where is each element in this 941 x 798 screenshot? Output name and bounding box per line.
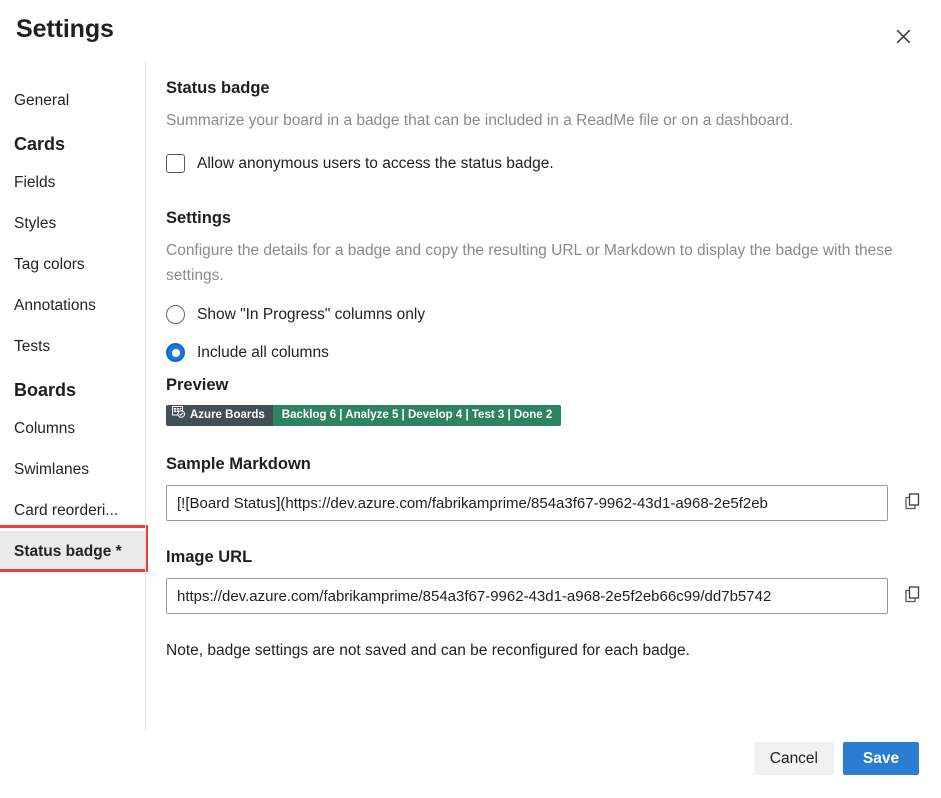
sample-markdown-input[interactable]: [166, 485, 888, 521]
sample-markdown-label: Sample Markdown: [166, 455, 928, 474]
radio-include-all-columns-indicator[interactable]: [166, 343, 185, 362]
sample-markdown-row: [166, 485, 928, 521]
status-badge-preview: Azure Boards Backlog 6 | Analyze 5 | Dev…: [166, 405, 561, 426]
dialog-footer: Cancel Save: [0, 730, 941, 798]
badge-settings-heading: Settings: [166, 209, 908, 228]
allow-anonymous-checkbox[interactable]: [166, 154, 185, 173]
copy-image-url-button[interactable]: [898, 581, 928, 611]
badge-right-label: Backlog 6 | Analyze 5 | Develop 4 | Test…: [273, 405, 561, 426]
radio-in-progress-only-label: Show "In Progress" columns only: [197, 306, 425, 324]
sidebar-item-status-badge[interactable]: Status badge *: [0, 531, 145, 572]
sidebar-item-card-reorderi[interactable]: Card reorderi...: [0, 490, 145, 531]
page-title: Settings: [16, 15, 114, 44]
dialog-header: Settings: [0, 0, 941, 62]
save-button[interactable]: Save: [843, 742, 919, 775]
allow-anonymous-label: Allow anonymous users to access the stat…: [197, 155, 554, 173]
radio-include-all-columns[interactable]: Include all columns: [166, 338, 908, 367]
copy-icon: [905, 493, 922, 513]
sidebar-group-boards: Boards: [0, 367, 145, 408]
badge-left-segment: Azure Boards: [166, 405, 273, 426]
sidebar-item-columns[interactable]: Columns: [0, 408, 145, 449]
settings-dialog: Settings GeneralCardsFieldsStylesTag col…: [0, 0, 941, 798]
image-url-section: Image URL: [166, 548, 928, 614]
sidebar-item-tests[interactable]: Tests: [0, 326, 145, 367]
allow-anonymous-checkbox-row[interactable]: Allow anonymous users to access the stat…: [166, 154, 793, 173]
sidebar-item-general[interactable]: General: [0, 80, 145, 121]
settings-sidebar: GeneralCardsFieldsStylesTag colorsAnnota…: [0, 62, 145, 730]
sidebar-item-annotations[interactable]: Annotations: [0, 285, 145, 326]
column-scope-radio-group: Show "In Progress" columns only Include …: [166, 300, 908, 367]
sidebar-item-swimlanes[interactable]: Swimlanes: [0, 449, 145, 490]
status-badge-description: Summarize your board in a badge that can…: [166, 108, 793, 133]
sidebar-item-styles[interactable]: Styles: [0, 203, 145, 244]
preview-section: Preview: [166, 376, 561, 426]
image-url-input[interactable]: [166, 578, 888, 614]
copy-icon: [905, 586, 922, 606]
sidebar-group-cards: Cards: [0, 121, 145, 162]
close-icon: [896, 29, 911, 44]
badge-settings-description: Configure the details for a badge and co…: [166, 238, 908, 288]
badge-note: Note, badge settings are not saved and c…: [166, 642, 690, 660]
sidebar-item-tag-colors[interactable]: Tag colors: [0, 244, 145, 285]
copy-sample-markdown-button[interactable]: [898, 488, 928, 518]
image-url-row: [166, 578, 928, 614]
badge-left-label: Azure Boards: [190, 405, 265, 426]
cancel-button[interactable]: Cancel: [754, 742, 834, 775]
status-badge-heading: Status badge: [166, 79, 793, 98]
badge-settings-section: Settings Configure the details for a bad…: [166, 209, 908, 367]
status-badge-section: Status badge Summarize your board in a b…: [166, 79, 793, 173]
radio-include-all-columns-label: Include all columns: [197, 344, 329, 362]
image-url-label: Image URL: [166, 548, 928, 567]
close-button[interactable]: [887, 20, 919, 52]
radio-in-progress-only[interactable]: Show "In Progress" columns only: [166, 300, 908, 329]
sidebar-item-fields[interactable]: Fields: [0, 162, 145, 203]
azure-boards-icon: [172, 405, 185, 426]
vertical-divider: [145, 62, 146, 730]
preview-heading: Preview: [166, 376, 561, 395]
radio-in-progress-only-indicator[interactable]: [166, 305, 185, 324]
settings-content: Status badge Summarize your board in a b…: [166, 62, 941, 730]
sample-markdown-section: Sample Markdown: [166, 455, 928, 521]
